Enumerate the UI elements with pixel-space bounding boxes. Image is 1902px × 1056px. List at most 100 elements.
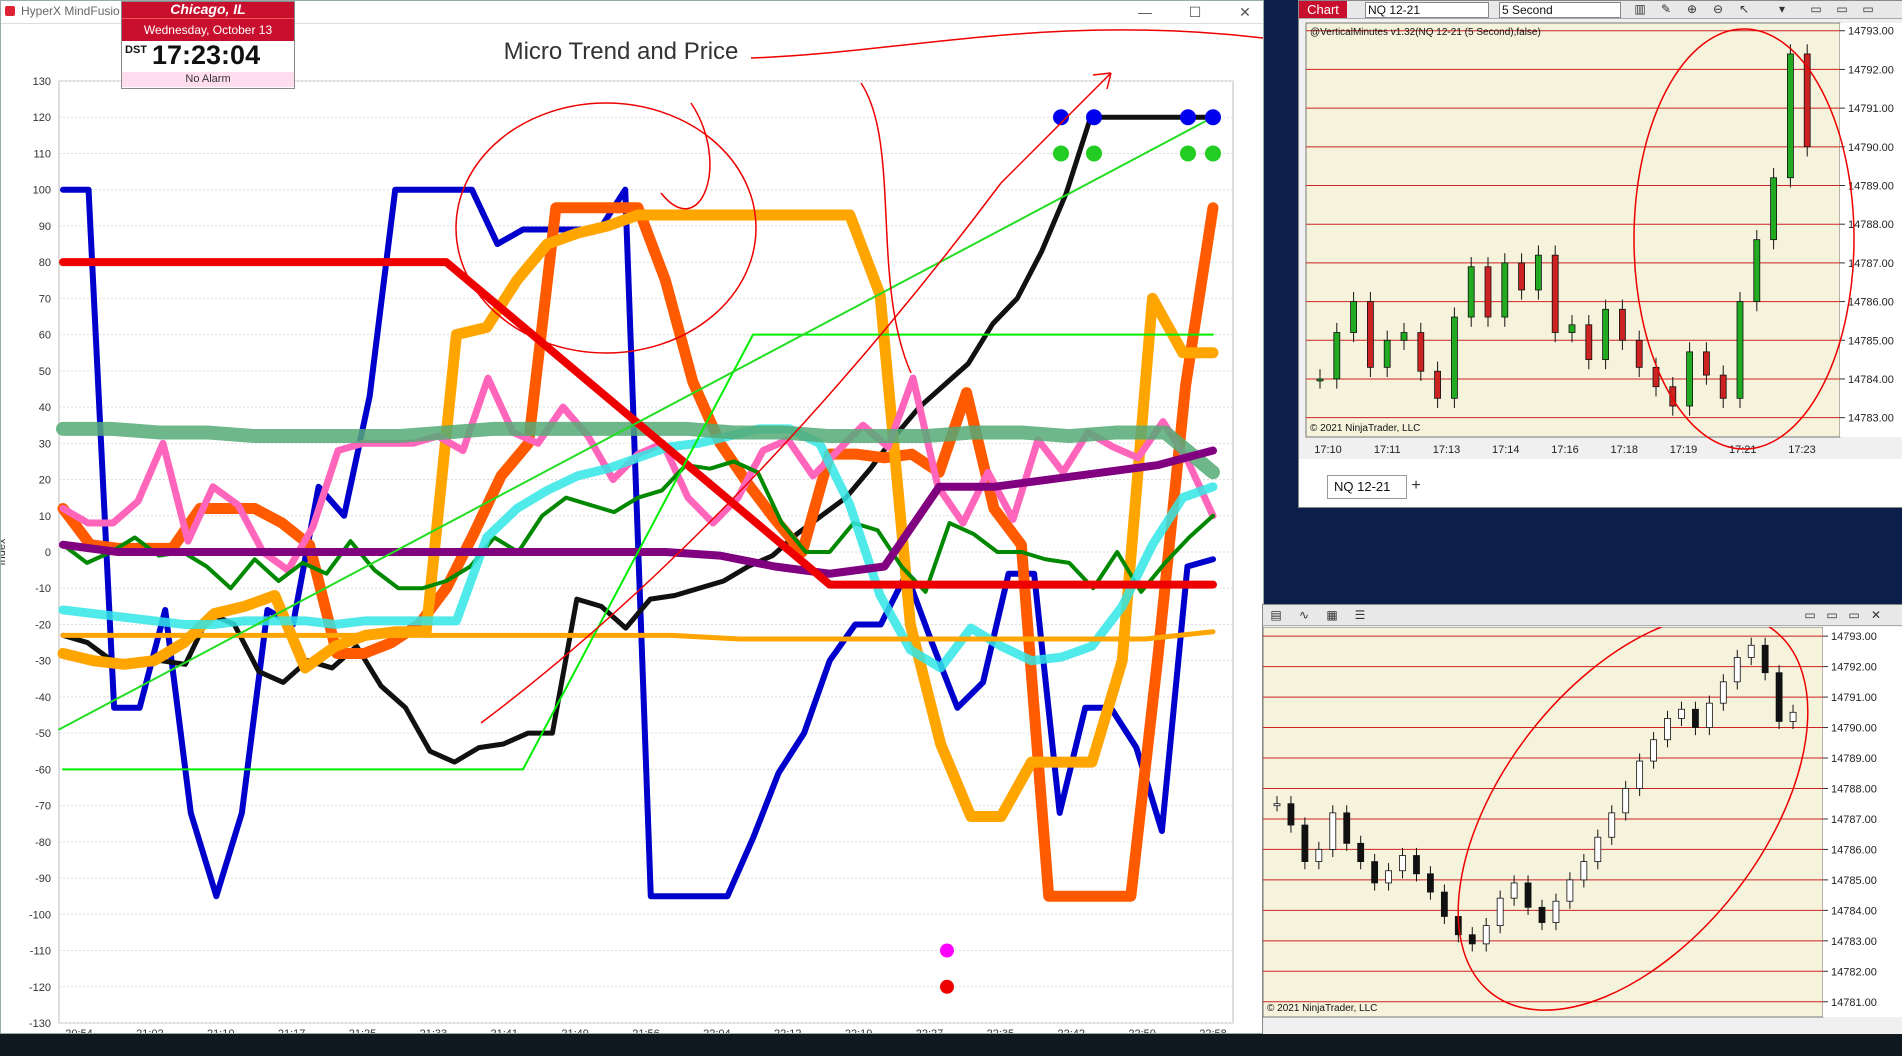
price-tick-label: 14789.00 [1848, 181, 1894, 193]
y-tick-label: 0 [45, 547, 51, 559]
y-tick-label: -110 [30, 946, 51, 958]
taskbar [0, 1034, 1902, 1056]
main-chart-window: HyperX MindFusio — ☐ ✕ 130 120 110 100 90 80 7… [0, 0, 1264, 1034]
candle-body [1753, 239, 1761, 302]
candle-body [1510, 882, 1518, 899]
marker-dot [1205, 145, 1221, 162]
marker-dot [940, 943, 954, 958]
y-tick-label: -30 [35, 656, 51, 668]
chart-style-icon[interactable]: ▤ [1269, 608, 1283, 622]
candle-body [1650, 739, 1657, 762]
candle-body [1566, 879, 1574, 902]
instrument-tab[interactable]: NQ 12-21 [1327, 475, 1407, 499]
price-tick-label: 14785.00 [1831, 875, 1877, 887]
candle-body [1622, 788, 1630, 814]
bottom-window-icon-2[interactable]: ▭ [1825, 608, 1839, 622]
candle-body [1702, 351, 1710, 376]
candle-body [1524, 882, 1532, 908]
y-tick-label: 20 [39, 475, 51, 487]
candle-body [1501, 262, 1509, 318]
price-tick-label: 14782.00 [1831, 966, 1877, 978]
candle-body [1450, 316, 1458, 399]
marker-dot [1205, 109, 1221, 126]
candle-body [1538, 906, 1546, 923]
chart-tab[interactable]: Chart [1299, 1, 1347, 18]
marker-dot [1086, 145, 1102, 162]
price-tick-label: 14784.00 [1831, 905, 1877, 917]
y-tick-label: -80 [35, 837, 51, 849]
y-tick-label: 130 [33, 76, 51, 88]
price-tick-label: 14789.00 [1831, 753, 1877, 765]
x-tick-label: 22:58 [1199, 1028, 1227, 1033]
ninjatrader-bottom-window: ▤ ∿ ▦ ☰ ▭ ▭ ▭ ✕ 14793.00 14792.00 14791.00… [1262, 604, 1902, 1038]
indicator-icon[interactable]: ∿ [1297, 608, 1311, 622]
instrument-select[interactable]: NQ 12-21 [1365, 2, 1489, 18]
candle-body [1534, 254, 1542, 291]
candle-body [1301, 824, 1309, 863]
time-tick-label: 17:18 [1610, 444, 1638, 456]
candle-body [1329, 812, 1337, 850]
candle-body [1287, 803, 1295, 826]
y-tick-label: -70 [35, 801, 51, 813]
candle-body [1333, 332, 1341, 380]
bottom-window-close-icon[interactable]: ✕ [1869, 608, 1883, 622]
x-tick-label: 22:27 [916, 1028, 944, 1033]
window-maximize-icon[interactable]: ▭ [1835, 2, 1849, 16]
bottom-window-icon-1[interactable]: ▭ [1803, 608, 1817, 622]
candle-body [1468, 934, 1476, 945]
dropdown-icon[interactable]: ▾ [1775, 2, 1789, 16]
candle-body [1692, 708, 1699, 728]
pencil-icon[interactable]: ✎ [1659, 2, 1673, 16]
price-tick-label: 14791.00 [1831, 692, 1877, 704]
candle-body [1594, 836, 1602, 863]
y-axis-label: Index [1, 538, 8, 565]
clock-dst: DST [125, 44, 147, 56]
candle-body [1467, 266, 1475, 318]
x-tick-label: 22:04 [703, 1028, 731, 1033]
price-tick-label: 14787.00 [1831, 814, 1877, 826]
close-button[interactable]: ✕ [1231, 1, 1259, 23]
candle-body [1385, 870, 1392, 884]
candle-body [1484, 266, 1492, 318]
app-title: HyperX MindFusio [21, 4, 120, 18]
bottom-window-minimize-icon[interactable]: ▭ [1847, 608, 1861, 622]
y-tick-label: -50 [35, 728, 51, 740]
list-icon[interactable]: ☰ [1353, 608, 1367, 622]
candle-body [1635, 339, 1643, 368]
instrument-tabbar: NQ 12-21 + [1299, 459, 1902, 507]
candle-body [1786, 53, 1794, 179]
x-tick-label: 21:41 [490, 1028, 518, 1033]
time-tick-label: 17:19 [1670, 444, 1698, 456]
zoom-out-icon[interactable]: ⊖ [1711, 2, 1725, 16]
time-tick-label: 17:23 [1788, 444, 1816, 456]
candle-body [1400, 332, 1408, 341]
window-close-icon[interactable]: ▭ [1861, 2, 1875, 16]
candle-body [1496, 897, 1504, 926]
y-tick-label: -130 [29, 1018, 51, 1030]
y-tick-label: -10 [35, 583, 51, 595]
cursor-icon[interactable]: ↖ [1737, 2, 1751, 16]
time-tick-label: 17:13 [1433, 444, 1461, 456]
candle-body [1719, 681, 1727, 704]
price-tick-label: 14793.00 [1848, 26, 1894, 38]
minimize-button[interactable]: — [1131, 1, 1159, 23]
app-icon [5, 6, 15, 16]
y-tick-label: 40 [39, 402, 51, 414]
y-tick-label: 10 [39, 511, 51, 523]
candle-body [1315, 849, 1323, 863]
maximize-button[interactable]: ☐ [1181, 1, 1209, 23]
bar-type-icon[interactable]: ▥ [1633, 2, 1647, 16]
y-tick-label: 120 [33, 112, 51, 124]
zoom-in-icon[interactable]: ⊕ [1685, 2, 1699, 16]
y-tick-label: -100 [29, 909, 51, 921]
marker-dot [1180, 109, 1196, 126]
clock-alarm[interactable]: No Alarm [122, 72, 294, 87]
candle-body [1761, 644, 1769, 674]
x-tick-label: 21:25 [349, 1028, 377, 1033]
strategy-icon[interactable]: ▦ [1325, 608, 1339, 622]
window-minimize-icon[interactable]: ▭ [1809, 2, 1823, 16]
interval-select[interactable]: 5 Second [1499, 2, 1621, 18]
add-tab-button[interactable]: + [1405, 475, 1427, 497]
candle-body [1399, 855, 1406, 872]
price-tick-label: 14788.00 [1831, 783, 1877, 795]
